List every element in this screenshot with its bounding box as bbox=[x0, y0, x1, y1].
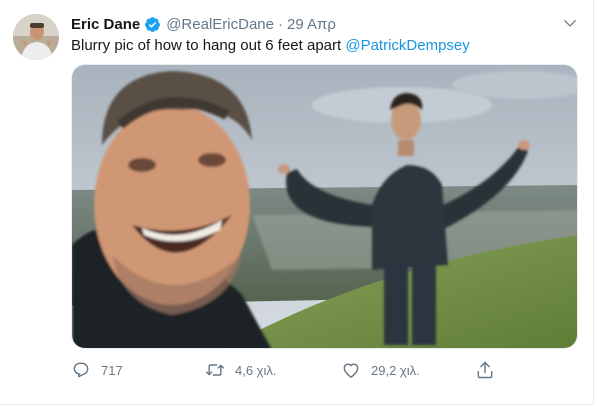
reply-button[interactable]: 717 bbox=[71, 358, 123, 382]
retweet-count: 4,6 χιλ. bbox=[235, 362, 277, 378]
chevron-down-icon[interactable] bbox=[561, 14, 579, 32]
separator-dot: · bbox=[277, 15, 283, 33]
author-name[interactable]: Eric Dane bbox=[71, 16, 140, 33]
tweet-actions: 717 4,6 χιλ. 29,2 χιλ. bbox=[71, 358, 501, 382]
tweet-card[interactable]: Eric Dane @RealEricDane · 29 Απρ Blurry … bbox=[0, 0, 594, 405]
retweet-icon bbox=[205, 360, 225, 380]
tweet-media[interactable] bbox=[71, 64, 578, 349]
like-button[interactable]: 29,2 χιλ. bbox=[341, 358, 420, 382]
tweet-header: Eric Dane @RealEricDane · 29 Απρ bbox=[71, 14, 577, 34]
avatar-image bbox=[13, 14, 59, 60]
verified-badge-icon bbox=[144, 16, 161, 33]
retweet-button[interactable]: 4,6 χιλ. bbox=[205, 358, 277, 382]
tweet-text-body: Blurry pic of how to hang out 6 feet apa… bbox=[71, 37, 346, 54]
tweet-photo bbox=[72, 65, 577, 348]
avatar[interactable] bbox=[13, 14, 59, 60]
share-icon bbox=[475, 360, 495, 380]
tweet-text: Blurry pic of how to hang out 6 feet apa… bbox=[71, 36, 470, 56]
author-handle[interactable]: @RealEricDane bbox=[166, 16, 274, 33]
reply-count: 717 bbox=[101, 362, 123, 378]
like-count: 29,2 χιλ. bbox=[371, 362, 420, 378]
reply-icon bbox=[71, 360, 91, 380]
mention-link[interactable]: @PatrickDempsey bbox=[345, 37, 469, 54]
tweet-date[interactable]: 29 Απρ bbox=[287, 16, 336, 33]
share-button[interactable] bbox=[475, 358, 495, 382]
heart-icon bbox=[341, 360, 361, 380]
